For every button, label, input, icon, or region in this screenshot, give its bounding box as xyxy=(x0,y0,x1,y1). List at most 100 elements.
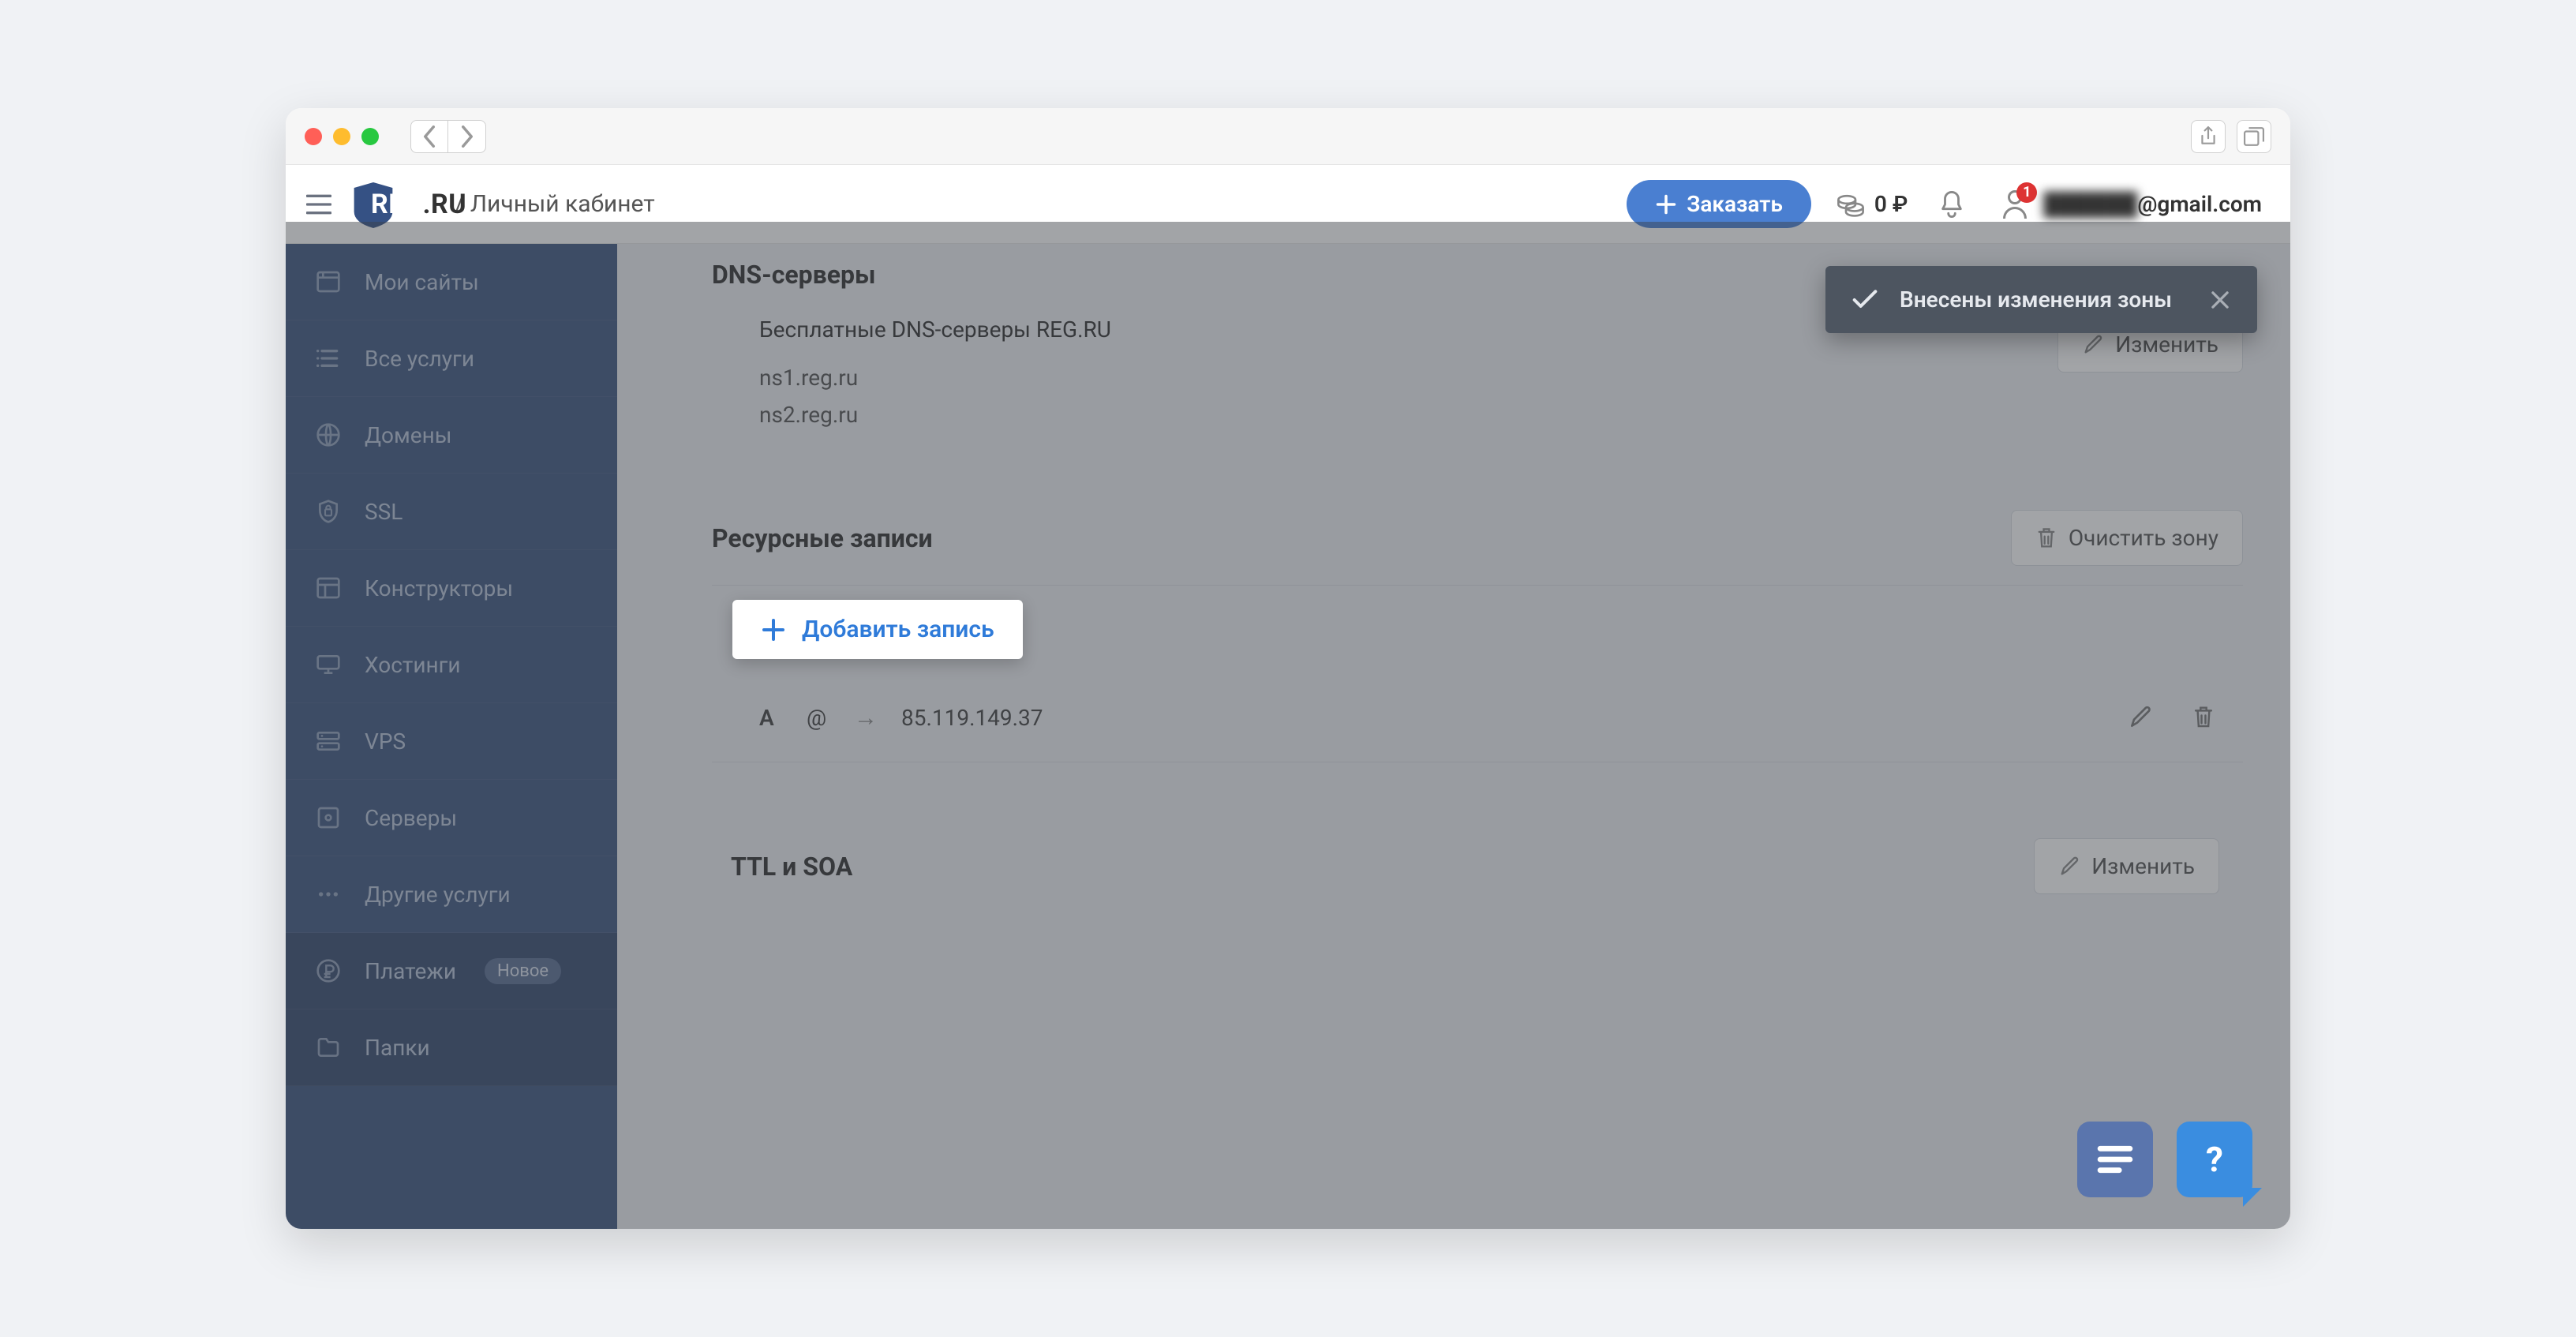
nav-arrows xyxy=(410,120,486,153)
ttl-edit-button[interactable]: Изменить xyxy=(2034,838,2219,894)
sidebar-item-label: Мои сайты xyxy=(365,269,479,295)
notes-icon xyxy=(2096,1143,2134,1176)
ruble-icon xyxy=(314,957,343,985)
record-delete-button[interactable] xyxy=(2188,702,2219,733)
dns-edit-label: Изменить xyxy=(2115,331,2218,358)
close-icon xyxy=(2210,290,2230,310)
sidebar-item-ssl[interactable]: SSL xyxy=(286,474,617,550)
topbar: REG.RU / Личный кабинет Заказать xyxy=(286,165,2290,244)
content-area: DNS-серверы Бесплатные DNS-серверы REG.R… xyxy=(617,244,2290,1229)
order-button[interactable]: Заказать xyxy=(1627,180,1811,228)
coins-icon xyxy=(1837,190,1865,219)
clear-zone-button[interactable]: Очистить зону xyxy=(2011,510,2243,566)
sidebar-item-folders[interactable]: Папки xyxy=(286,1009,617,1086)
sidebar-item-servers[interactable]: Серверы xyxy=(286,780,617,856)
browser-chrome xyxy=(286,108,2290,165)
sidebar-item-domains[interactable]: Домены xyxy=(286,397,617,474)
list-icon xyxy=(314,344,343,373)
window-close-icon[interactable] xyxy=(305,128,322,145)
record-type: A xyxy=(759,705,807,731)
sidebar-item-label: Домены xyxy=(365,422,452,448)
bell-icon xyxy=(1938,189,1965,219)
browser-window: REG.RU / Личный кабинет Заказать xyxy=(286,108,2290,1229)
chat-button[interactable] xyxy=(2077,1122,2153,1197)
sidebar-item-label: VPS xyxy=(365,728,406,755)
dns-ns2: ns2.reg.ru xyxy=(759,402,1111,428)
pencil-icon xyxy=(2128,705,2153,730)
records-section-title: Ресурсные записи xyxy=(712,523,933,553)
toast-message: Внесены изменения зоны xyxy=(1900,286,2172,313)
sidebar-item-hosting[interactable]: Хостинги xyxy=(286,627,617,703)
share-button[interactable] xyxy=(2191,120,2226,153)
toast-notification: Внесены изменения зоны xyxy=(1825,266,2257,333)
new-badge: Новое xyxy=(485,958,561,984)
sidebar-item-payments[interactable]: Платежи Новое xyxy=(286,933,617,1009)
record-name: @ xyxy=(807,705,854,731)
pencil-icon xyxy=(2082,334,2104,356)
notifications-button[interactable] xyxy=(1933,185,1971,223)
sidebar-item-label: Конструкторы xyxy=(365,575,513,601)
record-row: A @ → 85.119.149.37 xyxy=(712,673,2243,762)
record-value: 85.119.149.37 xyxy=(901,705,2125,731)
sidebar-item-label: Серверы xyxy=(365,805,457,831)
hosting-icon xyxy=(314,650,343,679)
plus-icon xyxy=(1655,193,1677,215)
logo-reg: REG xyxy=(371,189,423,220)
balance-value: 0 ₽ xyxy=(1874,191,1908,217)
user-email: ██████@gmail.com xyxy=(2043,191,2262,217)
nav-forward-button[interactable] xyxy=(448,120,486,153)
nav-back-button[interactable] xyxy=(410,120,448,153)
globe-icon xyxy=(314,421,343,449)
logo[interactable]: REG.RU xyxy=(350,179,445,230)
sidebar-item-my-sites[interactable]: Мои сайты xyxy=(286,244,617,320)
folder-icon xyxy=(314,1033,343,1062)
sidebar-item-builders[interactable]: Конструкторы xyxy=(286,550,617,627)
sidebar: Мои сайты Все услуги Домены SSL xyxy=(286,244,617,1229)
dns-ns1: ns1.reg.ru xyxy=(759,365,1111,391)
window-maximize-icon[interactable] xyxy=(361,128,379,145)
arrow-right-icon: → xyxy=(854,704,901,732)
sidebar-item-label: Папки xyxy=(365,1035,430,1061)
sidebar-item-all-services[interactable]: Все услуги xyxy=(286,320,617,397)
logo-ru: .RU xyxy=(423,189,467,220)
tabs-button[interactable] xyxy=(2237,120,2271,153)
server-icon xyxy=(314,803,343,832)
dns-subtitle: Бесплатные DNS-серверы REG.RU xyxy=(759,316,1111,343)
trash-icon xyxy=(2192,705,2215,730)
sidebar-item-vps[interactable]: VPS xyxy=(286,703,617,780)
plus-icon xyxy=(761,617,786,642)
hamburger-menu-button[interactable] xyxy=(300,185,338,223)
trash-icon xyxy=(2035,526,2057,550)
ttl-edit-label: Изменить xyxy=(2091,853,2195,879)
sidebar-item-label: Другие услуги xyxy=(365,882,511,908)
add-record-label: Добавить запись xyxy=(802,616,994,643)
sidebar-item-label: Все услуги xyxy=(365,346,474,372)
window-minimize-icon[interactable] xyxy=(333,128,350,145)
check-icon xyxy=(1852,290,1878,310)
add-record-button[interactable]: Добавить запись xyxy=(732,600,1023,659)
pencil-icon xyxy=(2058,856,2080,878)
toast-close-button[interactable] xyxy=(2210,290,2230,310)
sidebar-item-label: Платежи xyxy=(365,958,456,984)
app: REG.RU / Личный кабинет Заказать xyxy=(286,165,2290,1229)
order-button-label: Заказать xyxy=(1687,191,1783,217)
breadcrumb[interactable]: / Личный кабинет xyxy=(455,190,655,218)
help-button[interactable]: ? xyxy=(2177,1122,2252,1197)
sidebar-item-label: SSL xyxy=(365,499,402,525)
question-icon: ? xyxy=(2206,1139,2223,1180)
floating-buttons: ? xyxy=(2077,1122,2252,1197)
sidebar-item-label: Хостинги xyxy=(365,652,461,678)
traffic-lights xyxy=(305,128,379,145)
user-notification-badge: 1 xyxy=(2016,182,2037,203)
shield-lock-icon xyxy=(314,497,343,526)
clear-zone-label: Очистить зону xyxy=(2069,525,2218,551)
record-edit-button[interactable] xyxy=(2125,702,2156,733)
balance[interactable]: 0 ₽ xyxy=(1837,190,1908,219)
dots-icon xyxy=(314,880,343,908)
sidebar-item-other[interactable]: Другие услуги xyxy=(286,856,617,933)
sites-icon xyxy=(314,268,343,296)
vps-icon xyxy=(314,727,343,755)
builder-icon xyxy=(314,574,343,602)
user-menu[interactable]: 1 ██████@gmail.com xyxy=(1996,185,2262,223)
ttl-section-title: TTL и SOA xyxy=(731,852,852,882)
